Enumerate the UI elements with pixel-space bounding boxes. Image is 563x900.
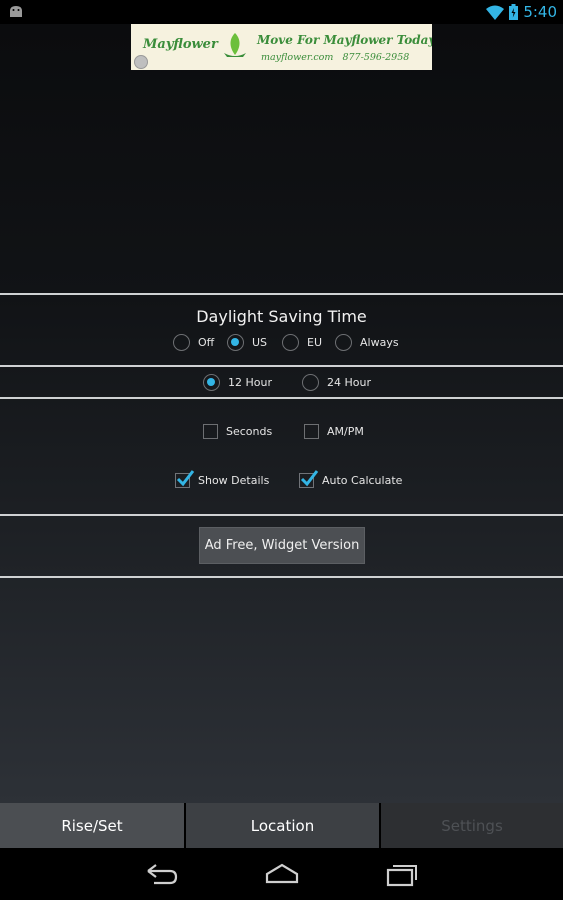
- ad-phone: 877-596-2958: [342, 52, 410, 63]
- divider: [0, 576, 563, 578]
- battery-charging-icon: [509, 4, 519, 20]
- dst-option-eu[interactable]: EU: [282, 331, 322, 353]
- ad-subline: mayflower.com 877-596-2958: [261, 52, 409, 63]
- android-notification-icon: [10, 6, 22, 17]
- ad-headline: Move For Mayflower Today!: [257, 33, 432, 47]
- navigation-bar: [0, 848, 563, 900]
- checkbox-label: Seconds: [226, 424, 273, 438]
- checkbox-checked[interactable]: [175, 469, 195, 488]
- dst-option-label: Always: [360, 335, 399, 349]
- time-format-24-hour[interactable]: 24 Hour: [302, 371, 371, 393]
- radio-button-selected[interactable]: [227, 333, 244, 351]
- divider: [0, 514, 563, 516]
- wifi-icon: [486, 5, 505, 20]
- mayflower-ship-logo: [224, 33, 246, 57]
- checkbox-checked[interactable]: [299, 469, 319, 488]
- radio-button[interactable]: [282, 333, 299, 351]
- checkbox-am-pm[interactable]: AM/PM: [304, 420, 364, 442]
- time-format-12-hour[interactable]: 12 Hour: [203, 371, 272, 393]
- checkbox[interactable]: [304, 423, 319, 439]
- recent-apps-icon[interactable]: [384, 861, 420, 887]
- dst-option-label: EU: [307, 335, 323, 349]
- app-content: Mayflower Move For Mayflower Today! mayf…: [0, 24, 563, 803]
- time-format-label: 12 Hour: [228, 375, 272, 389]
- dst-title: Daylight Saving Time: [196, 307, 367, 326]
- back-icon[interactable]: [144, 861, 180, 887]
- checkbox-label: Auto Calculate: [322, 473, 403, 487]
- home-icon[interactable]: [264, 861, 300, 887]
- checkmark-icon: [300, 469, 319, 486]
- checkbox[interactable]: [203, 423, 218, 439]
- radio-button[interactable]: [335, 333, 352, 351]
- checkbox-label: AM/PM: [327, 424, 364, 438]
- tab-settings[interactable]: Settings: [381, 803, 563, 848]
- radio-button-selected[interactable]: [203, 373, 220, 391]
- checkbox-label: Show Details: [198, 473, 270, 487]
- checkbox-seconds[interactable]: Seconds: [203, 420, 272, 442]
- divider: [0, 365, 563, 367]
- ad-banner[interactable]: Mayflower Move For Mayflower Today! mayf…: [131, 24, 432, 70]
- dst-option-label: Off: [198, 335, 215, 349]
- dst-option-off[interactable]: Off: [173, 331, 214, 353]
- radio-button[interactable]: [173, 333, 190, 351]
- dst-option-label: US: [252, 335, 268, 349]
- tab-location[interactable]: Location: [186, 803, 379, 848]
- ad-brand: Mayflower: [143, 37, 218, 52]
- dst-option-always[interactable]: Always: [335, 331, 399, 353]
- divider: [0, 397, 563, 399]
- checkbox-auto-calculate[interactable]: Auto Calculate: [299, 469, 402, 491]
- status-time: 5:40: [523, 3, 557, 21]
- ad-url: mayflower.com: [261, 52, 334, 63]
- checkbox-show-details[interactable]: Show Details: [175, 469, 269, 491]
- checkmark-icon: [176, 469, 195, 486]
- tab-rise-set[interactable]: Rise/Set: [0, 803, 184, 848]
- status-icons: 5:40: [486, 2, 557, 22]
- time-format-label: 24 Hour: [327, 375, 371, 389]
- divider: [0, 293, 563, 295]
- tab-bar: Rise/Set Location Settings: [0, 803, 563, 848]
- ad-info-icon[interactable]: [134, 55, 148, 69]
- ad-free-widget-version-button[interactable]: Ad Free, Widget Version: [199, 527, 365, 564]
- radio-button[interactable]: [302, 373, 319, 391]
- status-bar: 5:40: [0, 0, 563, 24]
- dst-option-us[interactable]: US: [227, 331, 267, 353]
